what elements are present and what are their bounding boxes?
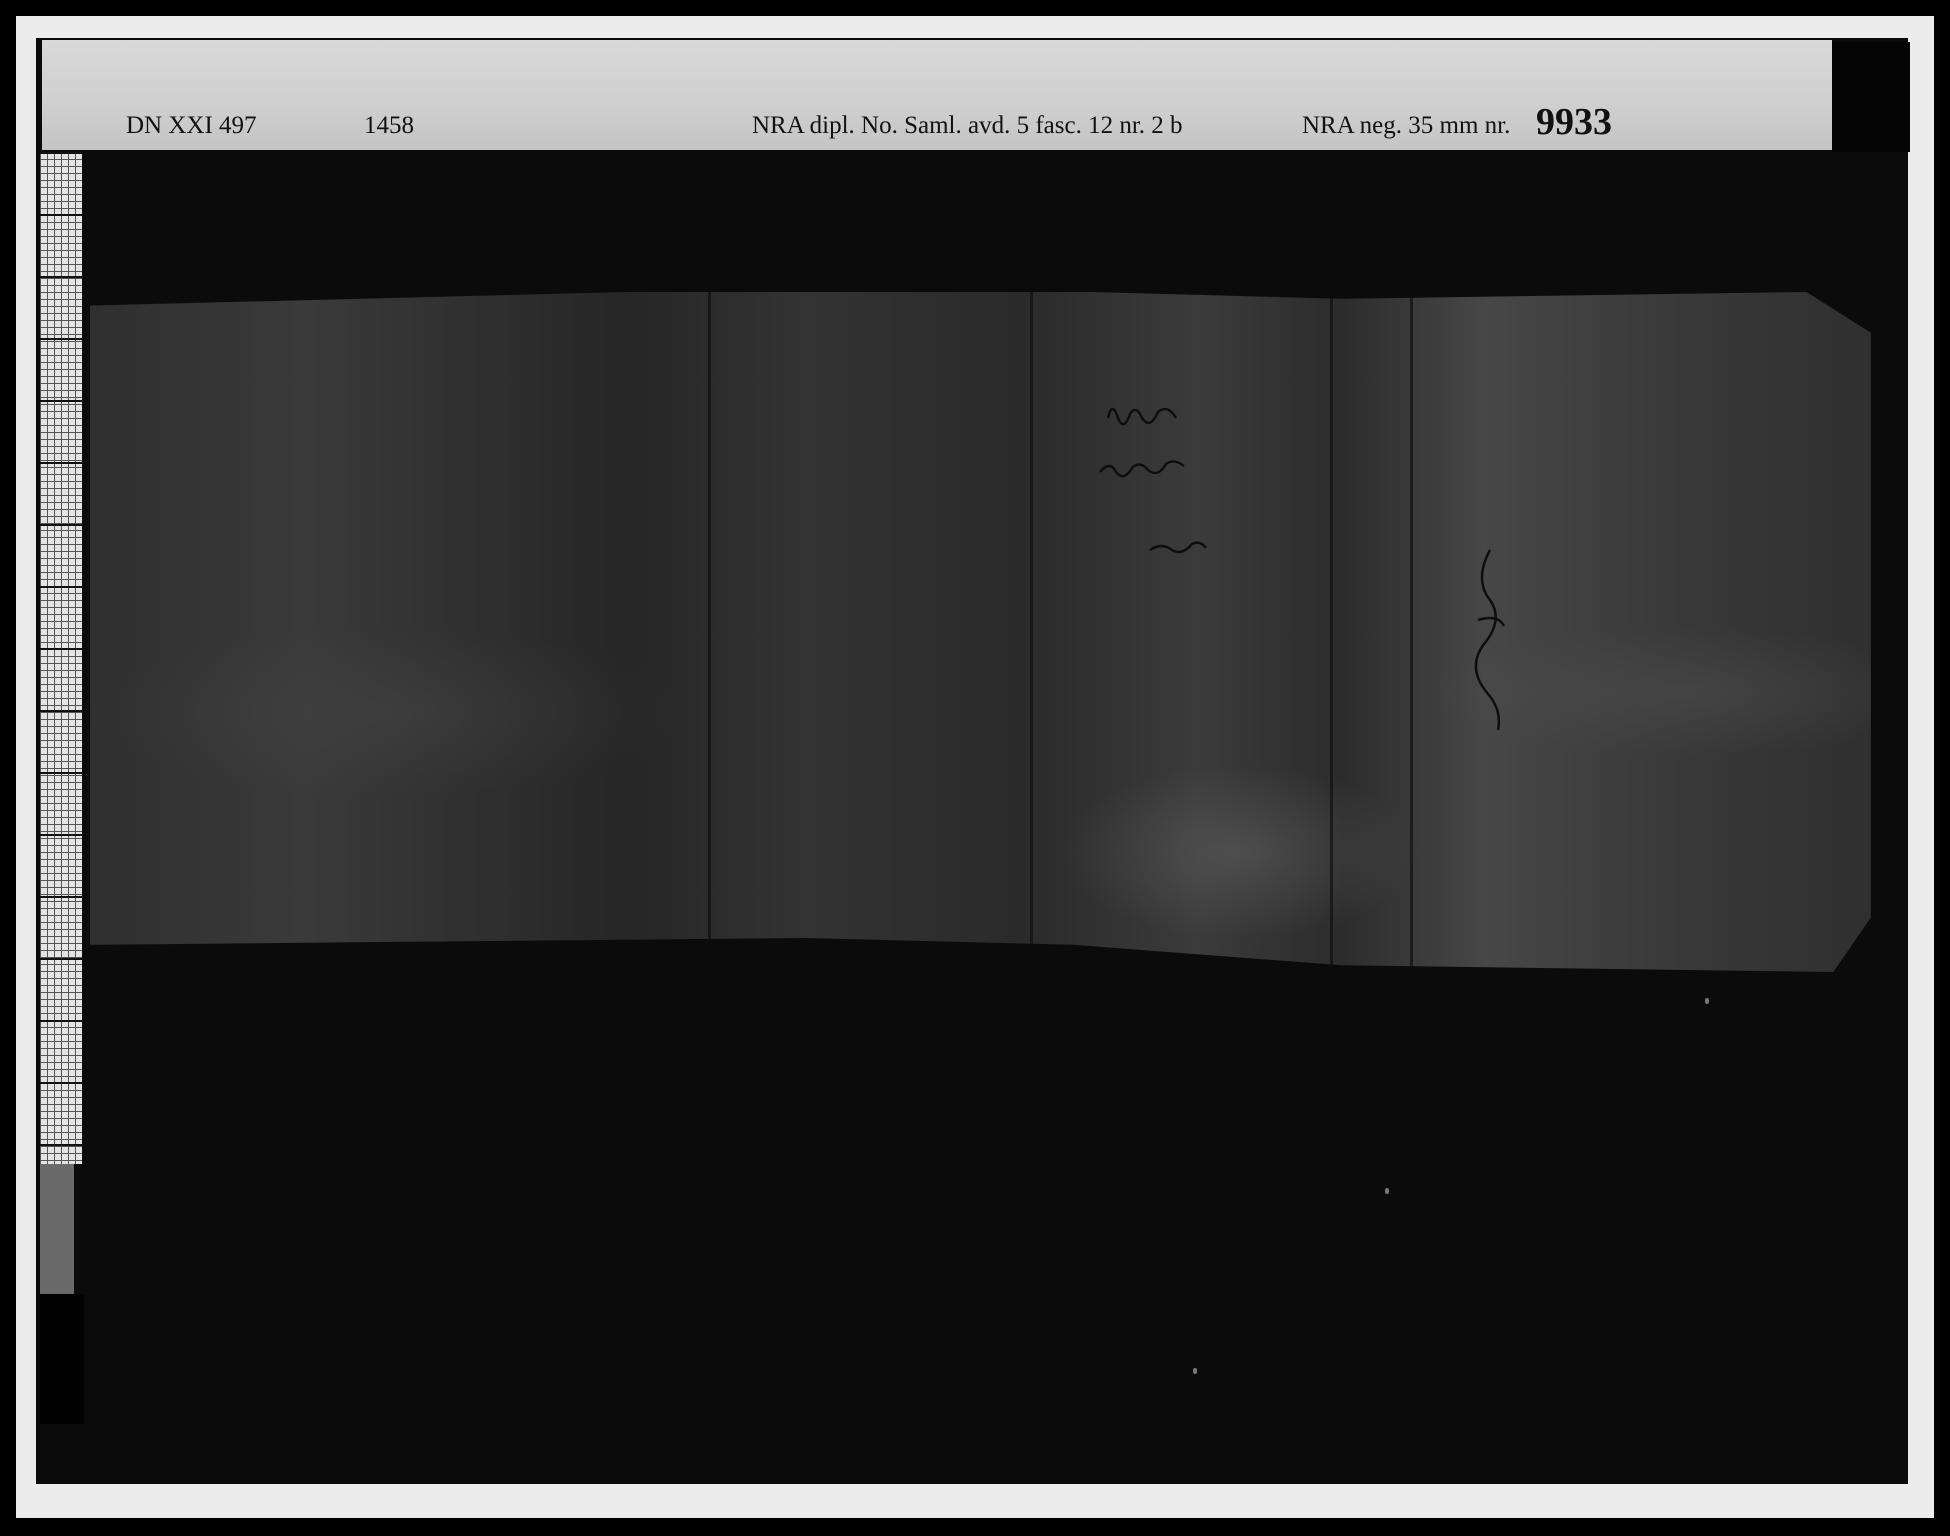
black-card	[40, 1294, 84, 1424]
handwritten-date-mark	[1474, 549, 1506, 731]
catalog-label-strip: DN XXI 497 1458 NRA dipl. No. Saml. avd.…	[42, 40, 1832, 150]
scale-ruler-major-ticks	[40, 152, 82, 1164]
fold-line	[708, 292, 711, 972]
fold-line	[1030, 292, 1033, 972]
nra-negative-label: NRA neg. 35 mm nr.	[1302, 112, 1511, 139]
fold-line	[1330, 292, 1333, 972]
archival-photograph: DN XXI 497 1458 NRA dipl. No. Saml. avd.…	[0, 0, 1950, 1536]
dust-speck	[1705, 998, 1709, 1004]
dn-reference: DN XXI 497	[126, 112, 257, 139]
dust-speck	[1193, 1368, 1197, 1374]
gray-card	[40, 1164, 74, 1294]
parchment-document	[90, 292, 1871, 972]
fold-line	[1410, 292, 1413, 972]
document-year: 1458	[364, 112, 414, 139]
nra-dipl-reference: NRA dipl. No. Saml. avd. 5 fasc. 12 nr. …	[752, 112, 1183, 139]
dust-speck	[1385, 1188, 1389, 1194]
strip-shadow	[1832, 42, 1910, 152]
handwriting-marks	[1099, 407, 1207, 554]
nra-negative-number: 9933	[1536, 101, 1612, 143]
